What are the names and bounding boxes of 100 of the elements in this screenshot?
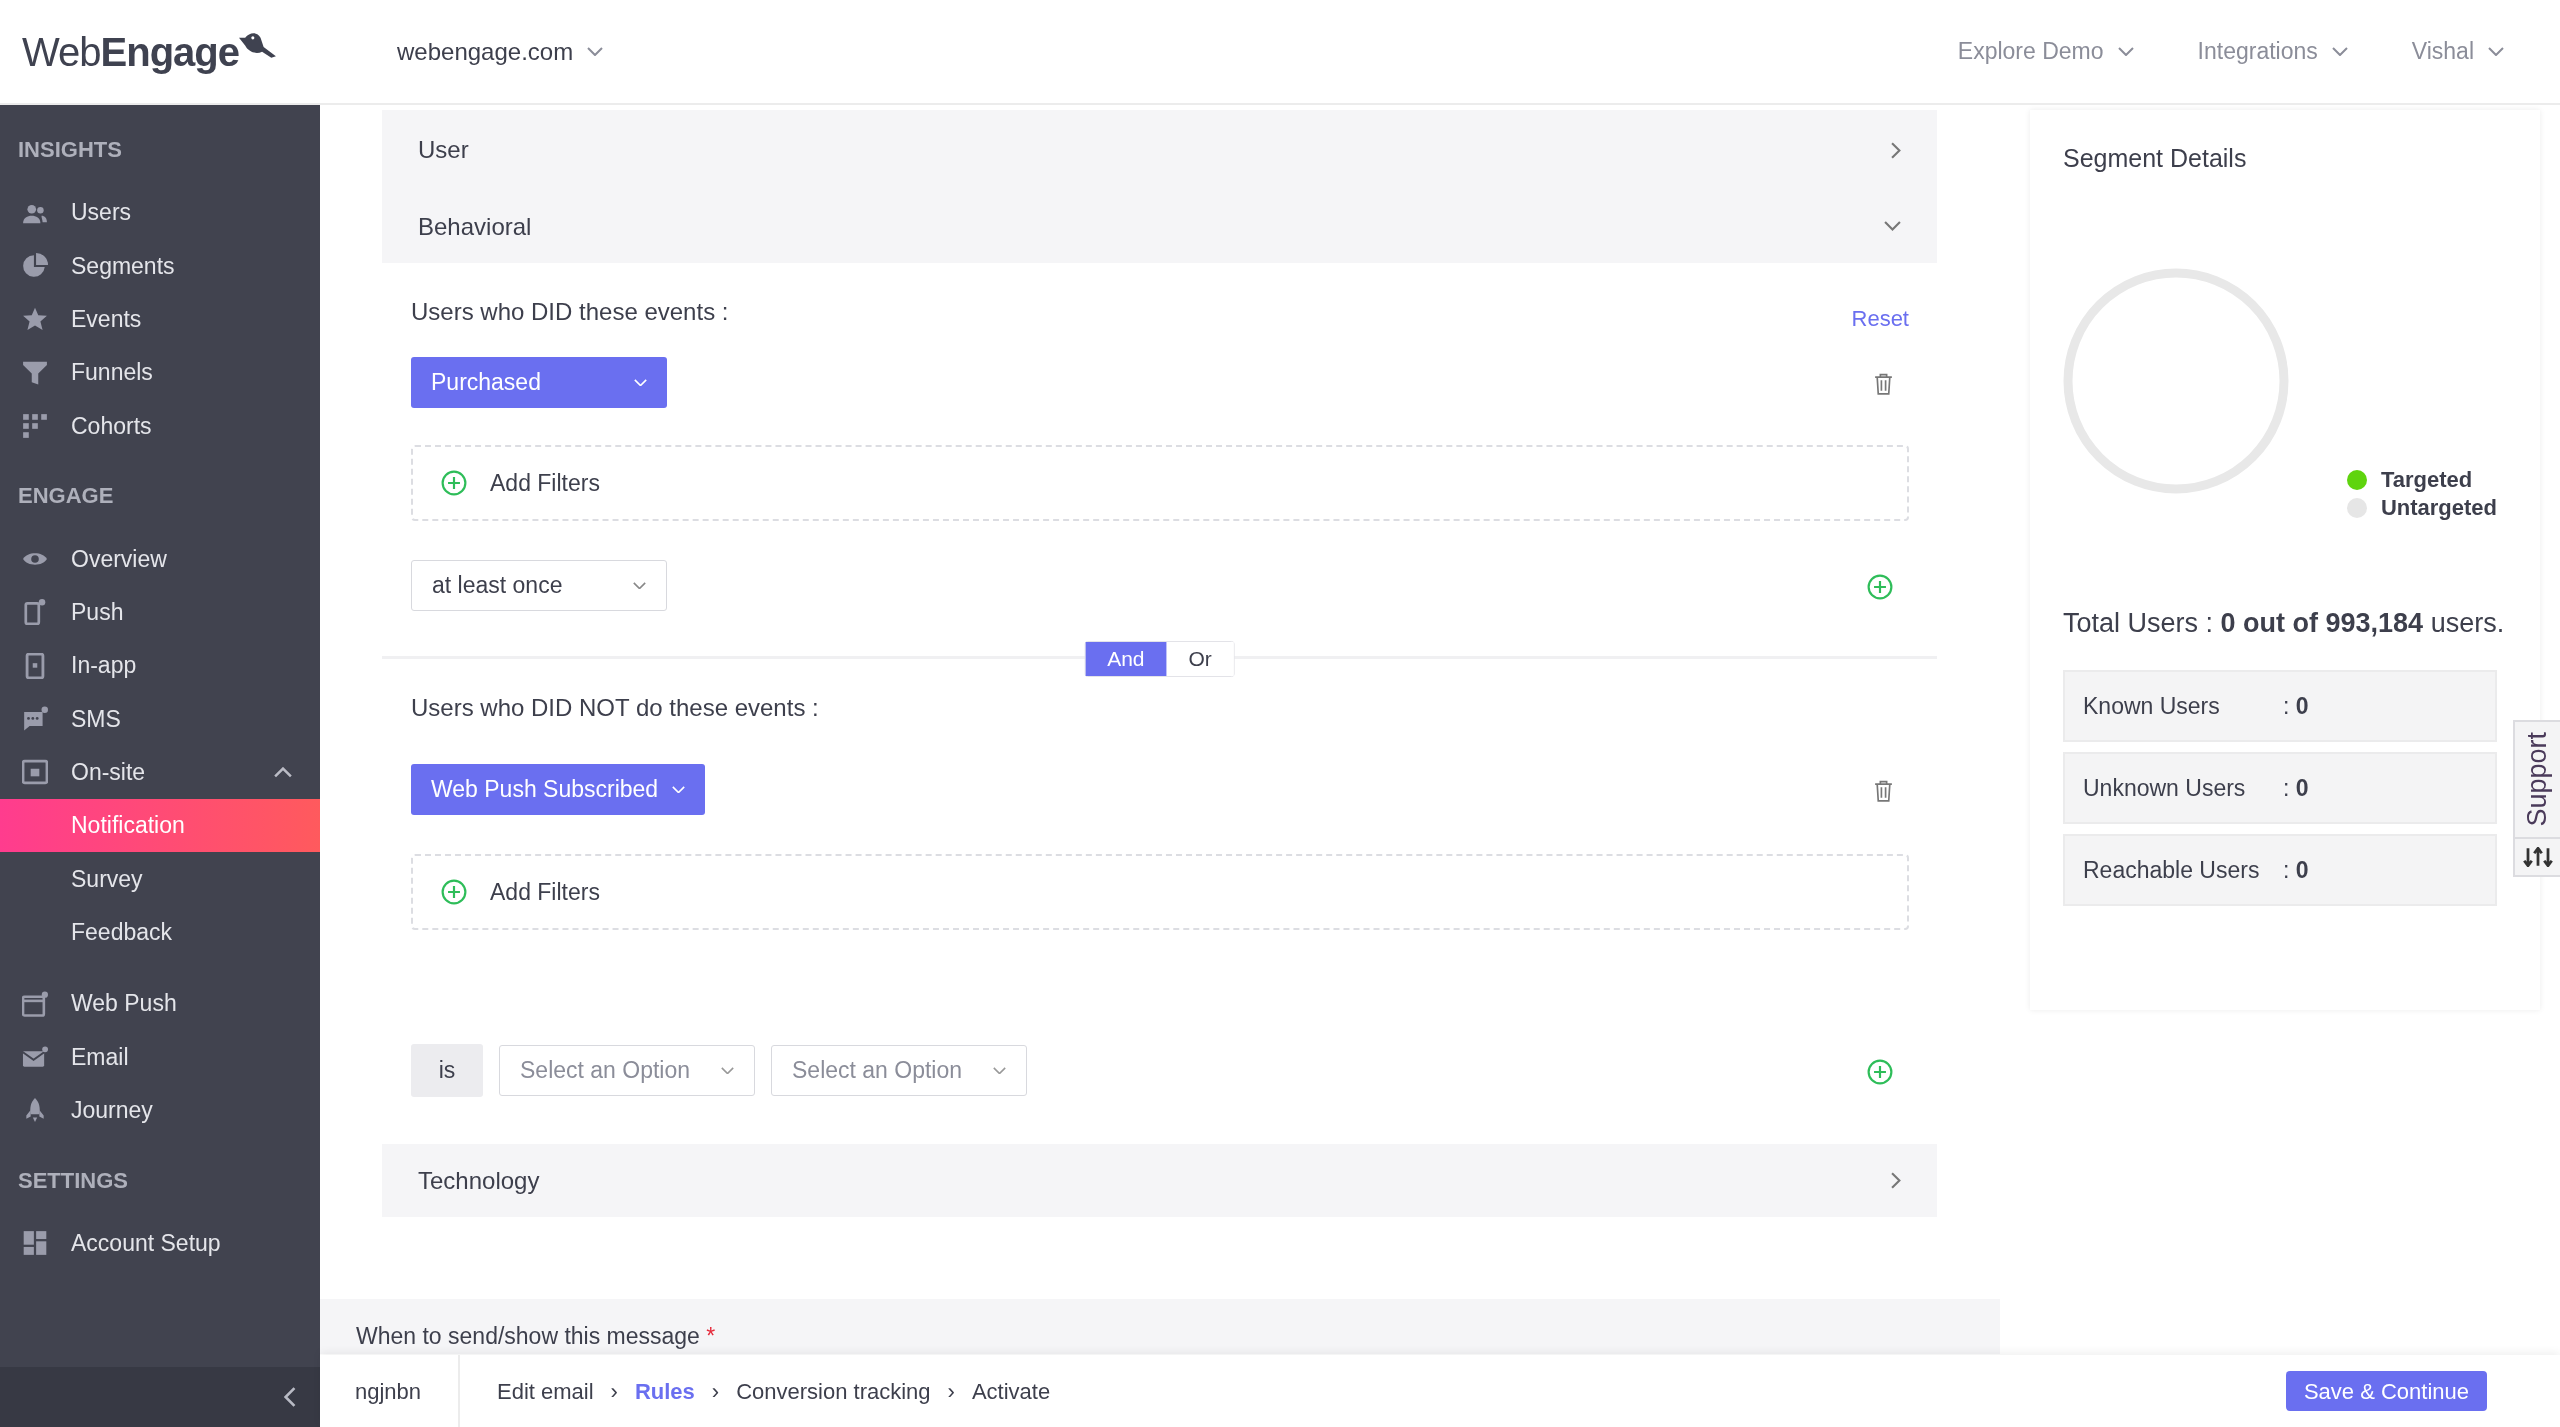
breadcrumb-step[interactable]: Rules xyxy=(634,1374,695,1408)
sidebar-item[interactable]: Overview xyxy=(0,532,320,586)
panel-title: Segment Details xyxy=(2063,143,2248,173)
accordion-header[interactable]: Technology xyxy=(382,1144,1937,1217)
sidebar-item[interactable]: Funnels xyxy=(0,345,320,400)
funnel-icon xyxy=(22,359,48,386)
section-heading: Users who DID these events : xyxy=(411,297,729,327)
add-filters-button[interactable]: Add Filters xyxy=(411,445,1909,521)
total-users-text: Total Users : 0 out of 993,184 users. xyxy=(2063,607,2506,640)
item-label: In-app xyxy=(71,651,137,681)
add-filters-button[interactable]: Add Filters xyxy=(411,854,1909,930)
stat-label: Unknown Users xyxy=(2083,773,2247,803)
item-label: Segments xyxy=(71,251,175,281)
mail-icon xyxy=(22,1043,48,1070)
project-dropdown[interactable]: webengage.com xyxy=(391,32,610,71)
operator-label: is xyxy=(411,1044,483,1097)
item-label: Push xyxy=(71,598,124,628)
sidebar-item[interactable]: On-site xyxy=(0,745,320,799)
breadcrumb-separator: › xyxy=(711,1377,720,1406)
chevron-down-icon xyxy=(721,1066,734,1075)
event-dropdown[interactable]: Purchased xyxy=(411,357,667,408)
accordion-header[interactable]: Behavioral xyxy=(382,190,1937,263)
campaign-name: ngjnbn xyxy=(320,1355,460,1427)
breadcrumb-separator: › xyxy=(610,1377,618,1406)
section-title: INSIGHTS xyxy=(17,136,123,164)
chat-icon xyxy=(22,706,48,732)
plus-circle-icon xyxy=(441,879,467,905)
item-label: Overview xyxy=(71,544,167,574)
sidebar-item[interactable]: Push xyxy=(0,585,320,640)
chevron-right-icon xyxy=(1891,1172,1901,1189)
stat-label: Reachable Users xyxy=(2083,855,2261,885)
sidebar-item[interactable]: Users xyxy=(0,186,320,240)
stat-label: Known Users xyxy=(2083,691,2221,721)
plus-circle-icon xyxy=(441,470,467,496)
logic-toggle[interactable]: Or xyxy=(1166,642,1234,676)
chevron-down-icon xyxy=(672,785,686,794)
item-label: Journey xyxy=(71,1095,153,1125)
sidebar-item[interactable]: Events xyxy=(0,292,320,346)
item-label: Users xyxy=(71,198,132,228)
chevron-down-icon xyxy=(633,581,646,590)
section-heading: Users who DID NOT do these events : xyxy=(411,693,820,723)
sidebar-subitem[interactable]: Survey xyxy=(0,852,320,906)
sidebar-item[interactable]: Segments xyxy=(0,239,320,293)
sidebar-item[interactable]: Cohorts xyxy=(0,399,320,453)
dots-grid-icon xyxy=(22,412,48,439)
item-label: Cohorts xyxy=(71,411,152,441)
plus-circle-icon xyxy=(1867,1059,1893,1086)
breadcrumb-step[interactable]: Conversion tracking xyxy=(736,1374,931,1408)
frequency-dropdown[interactable]: at least once xyxy=(411,560,667,611)
accordion-header[interactable]: User xyxy=(382,110,1937,190)
trash-icon xyxy=(1874,373,1893,396)
support-tab[interactable]: Support xyxy=(2513,720,2560,877)
save-continue-button[interactable]: Save & Continue xyxy=(2285,1371,2487,1411)
window-icon xyxy=(22,759,48,786)
logic-toggle[interactable]: And xyxy=(1085,642,1167,676)
legend-label: Targeted xyxy=(2380,466,2473,494)
item-label: Account Setup xyxy=(71,1229,221,1259)
sort-arrows-icon xyxy=(2522,846,2553,867)
event-dropdown[interactable]: Web Push Subscribed xyxy=(411,764,706,815)
section-title: SETTINGS xyxy=(17,1166,129,1195)
item-label: SMS xyxy=(71,704,121,734)
collapse-bar[interactable] xyxy=(0,1367,320,1427)
chevron-down-icon xyxy=(2331,46,2348,57)
item-label: Web Push xyxy=(71,989,177,1019)
sidebar-item[interactable]: Email xyxy=(0,1030,320,1084)
logo: WebEngage xyxy=(22,21,279,82)
pie-chart-icon xyxy=(22,252,48,279)
reset-link[interactable]: Reset xyxy=(1851,302,1909,335)
chevron-down-icon xyxy=(2488,46,2504,57)
item-label: On-site xyxy=(71,758,146,788)
sidebar-item[interactable]: Web Push xyxy=(0,976,320,1031)
item-label: Events xyxy=(71,305,142,334)
stat-value: : 0 xyxy=(2283,691,2309,721)
item-label: Email xyxy=(71,1042,129,1072)
legend-label: Untargeted xyxy=(2380,494,2497,522)
browser-icon xyxy=(22,990,48,1017)
chevron-down-icon xyxy=(1884,221,1901,232)
sidebar-item[interactable]: In-app xyxy=(0,639,320,693)
sidebar-item[interactable]: Account Setup xyxy=(0,1216,320,1271)
breadcrumb-step[interactable]: Edit email xyxy=(497,1374,594,1408)
breadcrumb-step[interactable]: Activate xyxy=(971,1374,1051,1408)
chevron-down-icon xyxy=(634,378,647,387)
chevron-down-icon xyxy=(2117,46,2134,57)
sidebar-item[interactable]: SMS xyxy=(0,692,320,746)
chevron-left-icon xyxy=(284,1387,296,1407)
item-label: Funnels xyxy=(71,358,153,388)
stat-value: : 0 xyxy=(2283,855,2309,885)
chevron-down-icon xyxy=(587,46,604,57)
dashboard-icon xyxy=(22,1230,48,1257)
chevron-down-icon xyxy=(993,1066,1006,1075)
section-title: ENGAGE xyxy=(17,482,115,511)
phone-icon xyxy=(22,599,48,626)
stat-value: : 0 xyxy=(2283,773,2309,803)
sidebar-item[interactable]: Journey xyxy=(0,1083,320,1137)
sidebar-subitem[interactable]: Feedback xyxy=(0,905,320,959)
breadcrumb-separator: › xyxy=(947,1377,955,1406)
plus-circle-icon xyxy=(1867,574,1893,601)
field-label: When to send/show this message * xyxy=(356,1322,717,1351)
chevron-right-icon xyxy=(1891,141,1901,159)
trash-icon xyxy=(1874,780,1893,803)
